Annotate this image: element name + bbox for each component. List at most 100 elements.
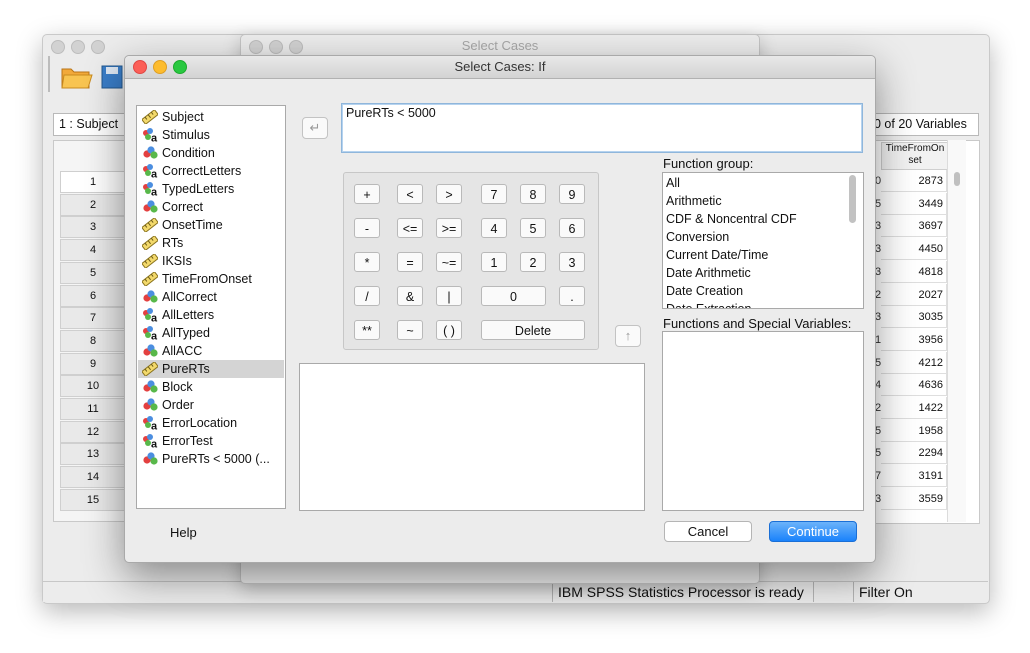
table-cell[interactable]: 4450 <box>881 238 947 261</box>
key-digit[interactable]: 7 <box>481 184 507 204</box>
key-digit[interactable]: 8 <box>520 184 546 204</box>
column-header[interactable]: TimeFromOn set <box>881 142 949 170</box>
variable-item-correct[interactable]: Correct <box>138 198 284 216</box>
key-operator[interactable]: ** <box>354 320 380 340</box>
close-window-icon[interactable] <box>51 40 65 54</box>
table-cell[interactable]: 3449 <box>881 192 947 215</box>
key-operator[interactable]: / <box>354 286 380 306</box>
table-cell[interactable]: 2873 <box>881 170 947 192</box>
variable-item-purerts[interactable]: PureRTs <box>138 360 284 378</box>
function-group-item[interactable]: Date Extraction <box>666 300 751 308</box>
row-header[interactable]: 14 <box>60 466 126 489</box>
expression-input[interactable]: PureRTs < 5000 <box>341 103 863 153</box>
variable-item-iksis[interactable]: IKSIs <box>138 252 284 270</box>
table-cell[interactable]: 4818 <box>881 260 947 283</box>
key-digit[interactable]: 9 <box>559 184 585 204</box>
delete-button[interactable]: Delete <box>481 320 585 340</box>
key-digit[interactable]: 6 <box>559 218 585 238</box>
row-header[interactable]: 5 <box>60 261 126 284</box>
key-digit[interactable]: 1 <box>481 252 507 272</box>
variable-item-allletters[interactable]: a AllLetters <box>138 306 284 324</box>
zoom-dialog-icon[interactable] <box>173 60 187 74</box>
variable-list[interactable]: Subject a Stimulus Condition a CorrectLetters… <box>136 105 286 509</box>
zoom-window-icon[interactable] <box>91 40 105 54</box>
key-operator[interactable]: + <box>354 184 380 204</box>
table-cell[interactable]: 3035 <box>881 306 947 329</box>
function-group-item[interactable]: Date Creation <box>666 282 743 300</box>
table-cell[interactable]: 1958 <box>881 419 947 442</box>
key-operator[interactable]: < <box>397 184 423 204</box>
row-header[interactable]: 4 <box>60 239 126 262</box>
row-header[interactable]: 10 <box>60 375 126 398</box>
save-disk-icon[interactable] <box>100 62 124 90</box>
table-cell[interactable]: 2027 <box>881 283 947 306</box>
key-digit-zero[interactable]: 0 <box>481 286 546 306</box>
key-operator[interactable]: - <box>354 218 380 238</box>
variable-item-allacc[interactable]: AllACC <box>138 342 284 360</box>
row-header[interactable]: 13 <box>60 443 126 466</box>
key-operator[interactable]: ( ) <box>436 320 462 340</box>
continue-button[interactable]: Continue <box>769 521 857 542</box>
table-cell[interactable]: 3191 <box>881 465 947 488</box>
function-group-list[interactable]: All Arithmetic CDF & Noncentral CDF Convers… <box>662 172 864 309</box>
variable-item-purerts-5000[interactable]: PureRTs < 5000 (... <box>138 450 284 468</box>
variable-item-errorlocation[interactable]: a ErrorLocation <box>138 414 284 432</box>
table-cell[interactable]: 4212 <box>881 351 947 374</box>
key-operator[interactable]: ~ <box>397 320 423 340</box>
row-header[interactable]: 11 <box>60 398 126 420</box>
key-decimal[interactable]: . <box>559 286 585 306</box>
key-digit[interactable]: 5 <box>520 218 546 238</box>
variable-item-block[interactable]: Block <box>138 378 284 396</box>
close-dialog-icon[interactable] <box>133 60 147 74</box>
table-cell[interactable]: 4636 <box>881 374 947 397</box>
function-group-item[interactable]: All <box>666 174 680 192</box>
table-cell[interactable]: 3559 <box>881 487 947 510</box>
function-group-item[interactable]: Conversion <box>666 228 729 246</box>
key-digit[interactable]: 2 <box>520 252 546 272</box>
table-cell[interactable]: 2294 <box>881 442 947 465</box>
function-group-item[interactable]: Date Arithmetic <box>666 264 751 282</box>
vertical-scrollbar[interactable] <box>947 140 966 522</box>
row-header[interactable]: 6 <box>60 284 126 307</box>
cancel-button[interactable]: Cancel <box>664 521 752 542</box>
variable-item-timefromonset[interactable]: TimeFromOnset <box>138 270 284 288</box>
variable-item-alltyped[interactable]: a AllTyped <box>138 324 284 342</box>
key-operator[interactable]: & <box>397 286 423 306</box>
variable-item-typedletters[interactable]: a TypedLetters <box>138 180 284 198</box>
open-folder-icon[interactable] <box>60 62 94 90</box>
key-operator[interactable]: = <box>397 252 423 272</box>
table-cell[interactable]: 1422 <box>881 397 947 419</box>
scroll-thumb[interactable] <box>849 175 856 223</box>
row-header[interactable]: 3 <box>60 216 126 239</box>
insert-function-button[interactable]: ↑ <box>615 325 641 347</box>
variable-item-rts[interactable]: RTs <box>138 234 284 252</box>
row-header[interactable]: 9 <box>60 352 126 375</box>
variable-item-allcorrect[interactable]: AllCorrect <box>138 288 284 306</box>
variable-item-errortest[interactable]: a ErrorTest <box>138 432 284 450</box>
variable-item-condition[interactable]: Condition <box>138 144 284 162</box>
row-header[interactable]: 7 <box>60 307 126 330</box>
variable-item-onsettime[interactable]: OnsetTime <box>138 216 284 234</box>
variable-item-stimulus[interactable]: a Stimulus <box>138 126 284 144</box>
variable-item-correctletters[interactable]: a CorrectLetters <box>138 162 284 180</box>
move-variable-button[interactable]: ↵ <box>302 117 328 139</box>
key-operator[interactable]: > <box>436 184 462 204</box>
scroll-thumb[interactable] <box>954 172 960 186</box>
minimize-window-icon[interactable] <box>71 40 85 54</box>
help-button[interactable]: Help <box>170 525 197 540</box>
function-group-item[interactable]: Arithmetic <box>666 192 722 210</box>
key-operator[interactable]: * <box>354 252 380 272</box>
minimize-dialog-icon[interactable] <box>153 60 167 74</box>
row-header[interactable]: 12 <box>60 420 126 443</box>
key-operator[interactable]: ~= <box>436 252 462 272</box>
row-header[interactable]: 15 <box>60 488 126 511</box>
key-digit[interactable]: 4 <box>481 218 507 238</box>
key-operator[interactable]: | <box>436 286 462 306</box>
key-operator[interactable]: <= <box>397 218 423 238</box>
table-cell[interactable]: 3697 <box>881 215 947 238</box>
row-header[interactable]: 2 <box>60 193 126 216</box>
variable-item-order[interactable]: Order <box>138 396 284 414</box>
function-group-item[interactable]: Current Date/Time <box>666 246 768 264</box>
key-operator[interactable]: >= <box>436 218 462 238</box>
table-cell[interactable]: 3956 <box>881 328 947 351</box>
